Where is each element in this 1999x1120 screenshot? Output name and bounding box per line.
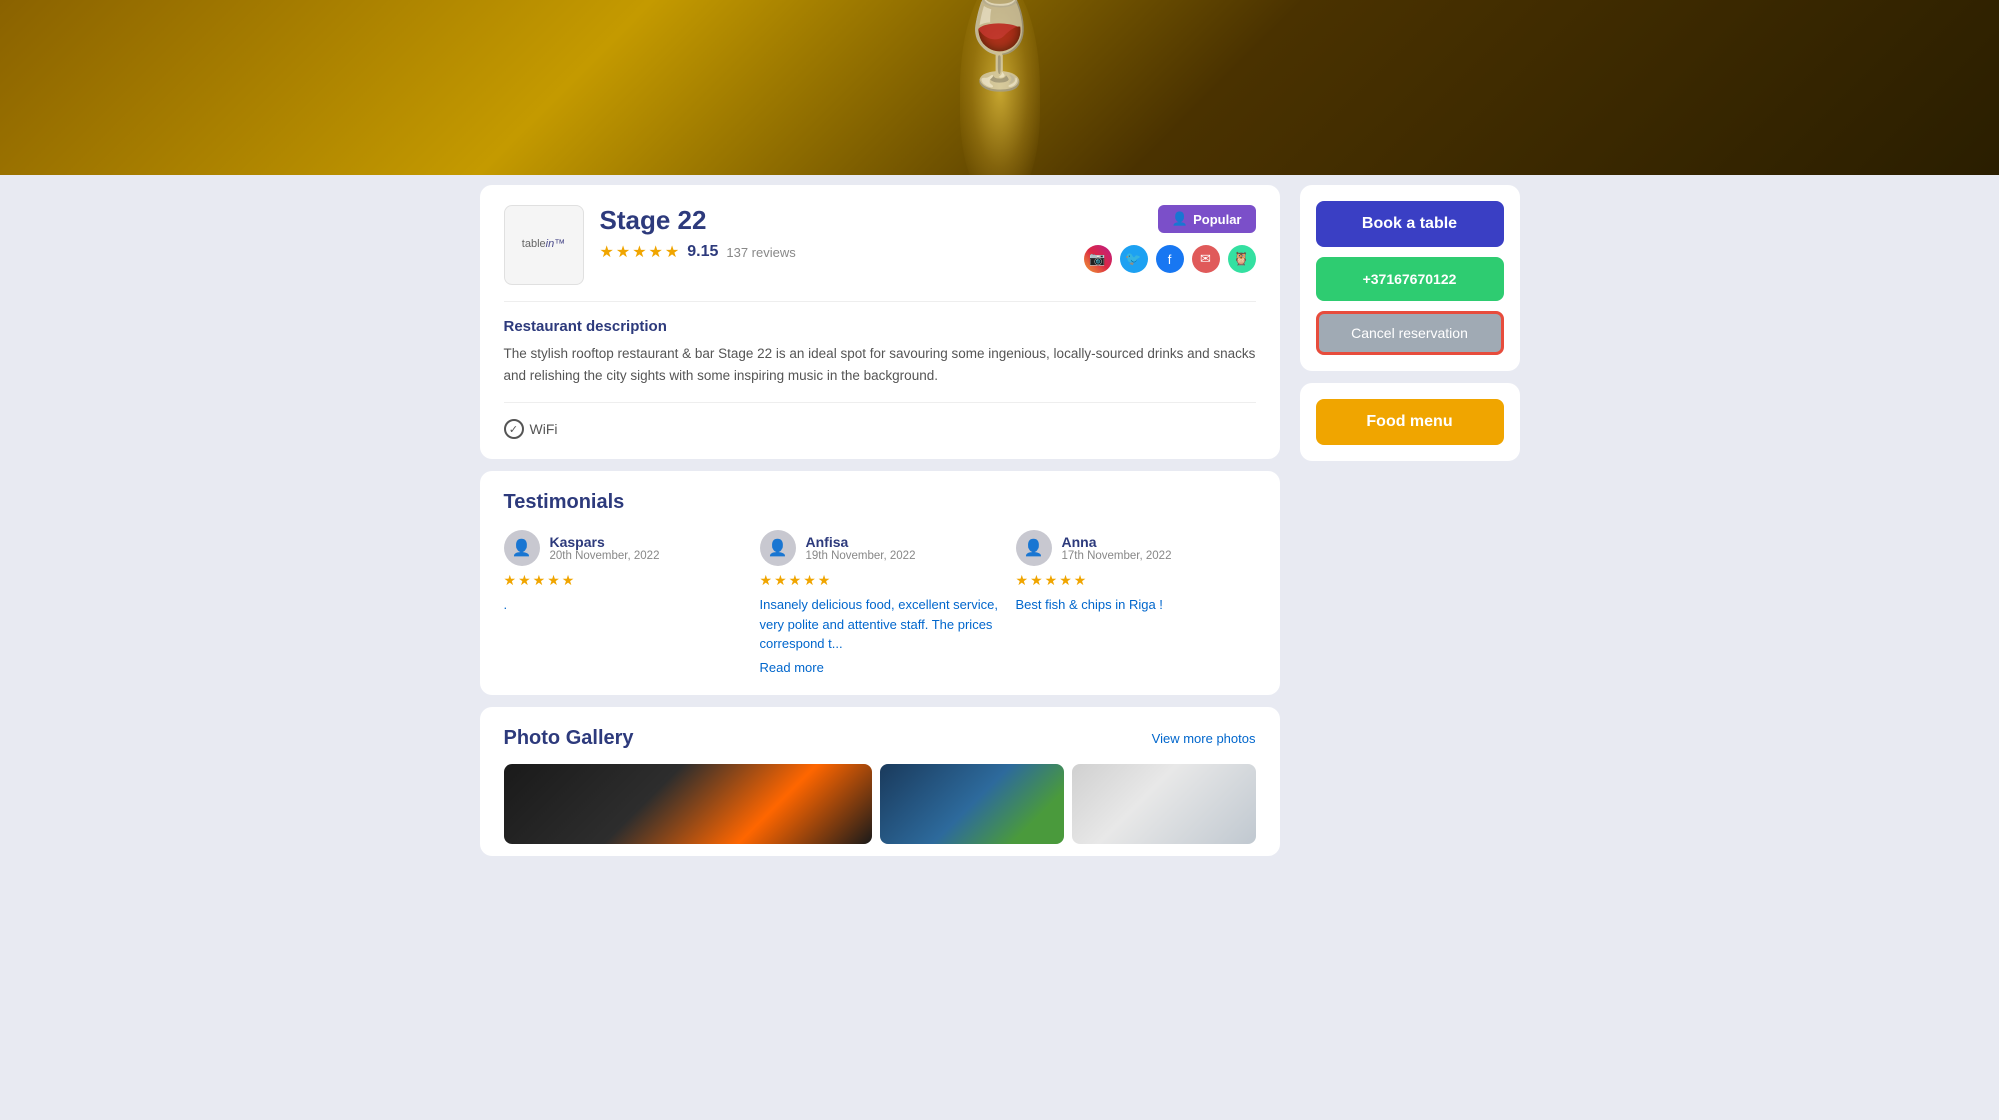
view-more-photos-link[interactable]: View more photos <box>1152 731 1256 746</box>
star-5: ★ <box>665 242 679 262</box>
testimonial-anna: 👤 Anna 17th November, 2022 ★ ★ ★ ★ ★ <box>1016 530 1256 675</box>
avatar-anfisa: 👤 <box>760 530 796 566</box>
restaurant-description: The stylish rooftop restaurant & bar Sta… <box>504 343 1256 386</box>
star-4: ★ <box>649 242 663 262</box>
gallery-photo-2[interactable] <box>880 764 1064 844</box>
wifi-row: ✓ WiFi <box>504 419 1256 439</box>
reviewer-info-anfisa: Anfisa 19th November, 2022 <box>806 534 916 562</box>
popular-badge: 👤 Popular <box>1158 205 1256 233</box>
facebook-icon[interactable]: f <box>1156 245 1184 273</box>
instagram-icon[interactable]: 📷 <box>1084 245 1112 273</box>
logo-text-in: in™ <box>546 238 566 250</box>
phone-number-button[interactable]: +37167670122 <box>1316 257 1504 301</box>
food-menu-button[interactable]: Food menu <box>1316 399 1504 445</box>
read-more-anfisa[interactable]: Read more <box>760 660 1000 675</box>
sidebar: Book a table +37167670122 Cancel reserva… <box>1300 185 1520 856</box>
gallery-grid <box>504 764 1256 844</box>
review-stars-anna: ★ ★ ★ ★ ★ <box>1016 572 1256 589</box>
star-3: ★ <box>632 242 646 262</box>
avatar-anna: 👤 <box>1016 530 1052 566</box>
star-1: ★ <box>600 242 614 262</box>
reviewer-date-anfisa: 19th November, 2022 <box>806 550 916 562</box>
sidebar-actions-card: Book a table +37167670122 Cancel reserva… <box>1300 185 1520 371</box>
gallery-header: Photo Gallery View more photos <box>504 727 1256 750</box>
testimonials-card: Testimonials 👤 Kaspars 20th November, 20… <box>480 471 1280 695</box>
logo-text-table: table <box>522 238 546 250</box>
star-2: ★ <box>616 242 630 262</box>
book-table-button[interactable]: Book a table <box>1316 201 1504 247</box>
review-stars-anfisa: ★ ★ ★ ★ ★ <box>760 572 1000 589</box>
gallery-photo-1[interactable] <box>504 764 872 844</box>
reviewer-name-anna: Anna <box>1062 534 1172 550</box>
star-rating: ★ ★ ★ ★ ★ <box>600 242 680 262</box>
divider-2 <box>504 402 1256 403</box>
description-title: Restaurant description <box>504 318 1256 335</box>
testimonials-grid: 👤 Kaspars 20th November, 2022 ★ ★ ★ ★ ★ <box>504 530 1256 675</box>
rating-score: 9.15 <box>687 243 718 261</box>
avatar-kaspars: 👤 <box>504 530 540 566</box>
testimonials-title: Testimonials <box>504 491 1256 514</box>
reviewer-name-kaspars: Kaspars <box>550 534 660 550</box>
reviewer-row-anfisa: 👤 Anfisa 19th November, 2022 <box>760 530 1000 566</box>
reviewer-row-anna: 👤 Anna 17th November, 2022 <box>1016 530 1256 566</box>
wifi-label: WiFi <box>530 421 558 437</box>
person-icon: 👤 <box>1172 211 1188 227</box>
restaurant-details: Stage 22 ★ ★ ★ ★ ★ 9.15 137 reviews <box>600 205 1068 270</box>
reviewer-row-kaspars: 👤 Kaspars 20th November, 2022 <box>504 530 744 566</box>
review-text-anfisa: Insanely delicious food, excellent servi… <box>760 595 1000 654</box>
rating-reviews: 137 reviews <box>726 245 795 260</box>
email-icon[interactable]: ✉ <box>1192 245 1220 273</box>
divider-1 <box>504 301 1256 302</box>
hero-banner <box>0 0 1999 175</box>
rating-row: ★ ★ ★ ★ ★ 9.15 137 reviews <box>600 242 1068 262</box>
reviewer-date-anna: 17th November, 2022 <box>1062 550 1172 562</box>
review-text-anna: Best fish & chips in Riga ! <box>1016 595 1256 615</box>
popular-label: Popular <box>1193 212 1241 227</box>
gallery-title: Photo Gallery <box>504 727 634 750</box>
reviewer-name-anfisa: Anfisa <box>806 534 916 550</box>
tripadvisor-icon[interactable]: 🦉 <box>1228 245 1256 273</box>
twitter-icon[interactable]: 🐦 <box>1120 245 1148 273</box>
cancel-reservation-button[interactable]: Cancel reservation <box>1316 311 1504 355</box>
restaurant-logo: tablein™ <box>504 205 584 285</box>
photo-gallery-card: Photo Gallery View more photos <box>480 707 1280 856</box>
wifi-circle-icon: ✓ <box>504 419 524 439</box>
food-menu-card: Food menu <box>1300 383 1520 461</box>
reviewer-info-kaspars: Kaspars 20th November, 2022 <box>550 534 660 562</box>
review-text-kaspars: . <box>504 595 744 615</box>
restaurant-info-card: tablein™ Stage 22 ★ ★ ★ ★ ★ <box>480 185 1280 459</box>
restaurant-name: Stage 22 <box>600 205 1068 236</box>
testimonial-kaspars: 👤 Kaspars 20th November, 2022 ★ ★ ★ ★ ★ <box>504 530 744 675</box>
review-stars-kaspars: ★ ★ ★ ★ ★ <box>504 572 744 589</box>
header-right: 👤 Popular 📷 🐦 f ✉ 🦉 <box>1084 205 1256 273</box>
social-icons-row: 📷 🐦 f ✉ 🦉 <box>1084 245 1256 273</box>
testimonial-anfisa: 👤 Anfisa 19th November, 2022 ★ ★ ★ ★ ★ <box>760 530 1000 675</box>
gallery-photo-3[interactable] <box>1072 764 1256 844</box>
reviewer-info-anna: Anna 17th November, 2022 <box>1062 534 1172 562</box>
reviewer-date-kaspars: 20th November, 2022 <box>550 550 660 562</box>
